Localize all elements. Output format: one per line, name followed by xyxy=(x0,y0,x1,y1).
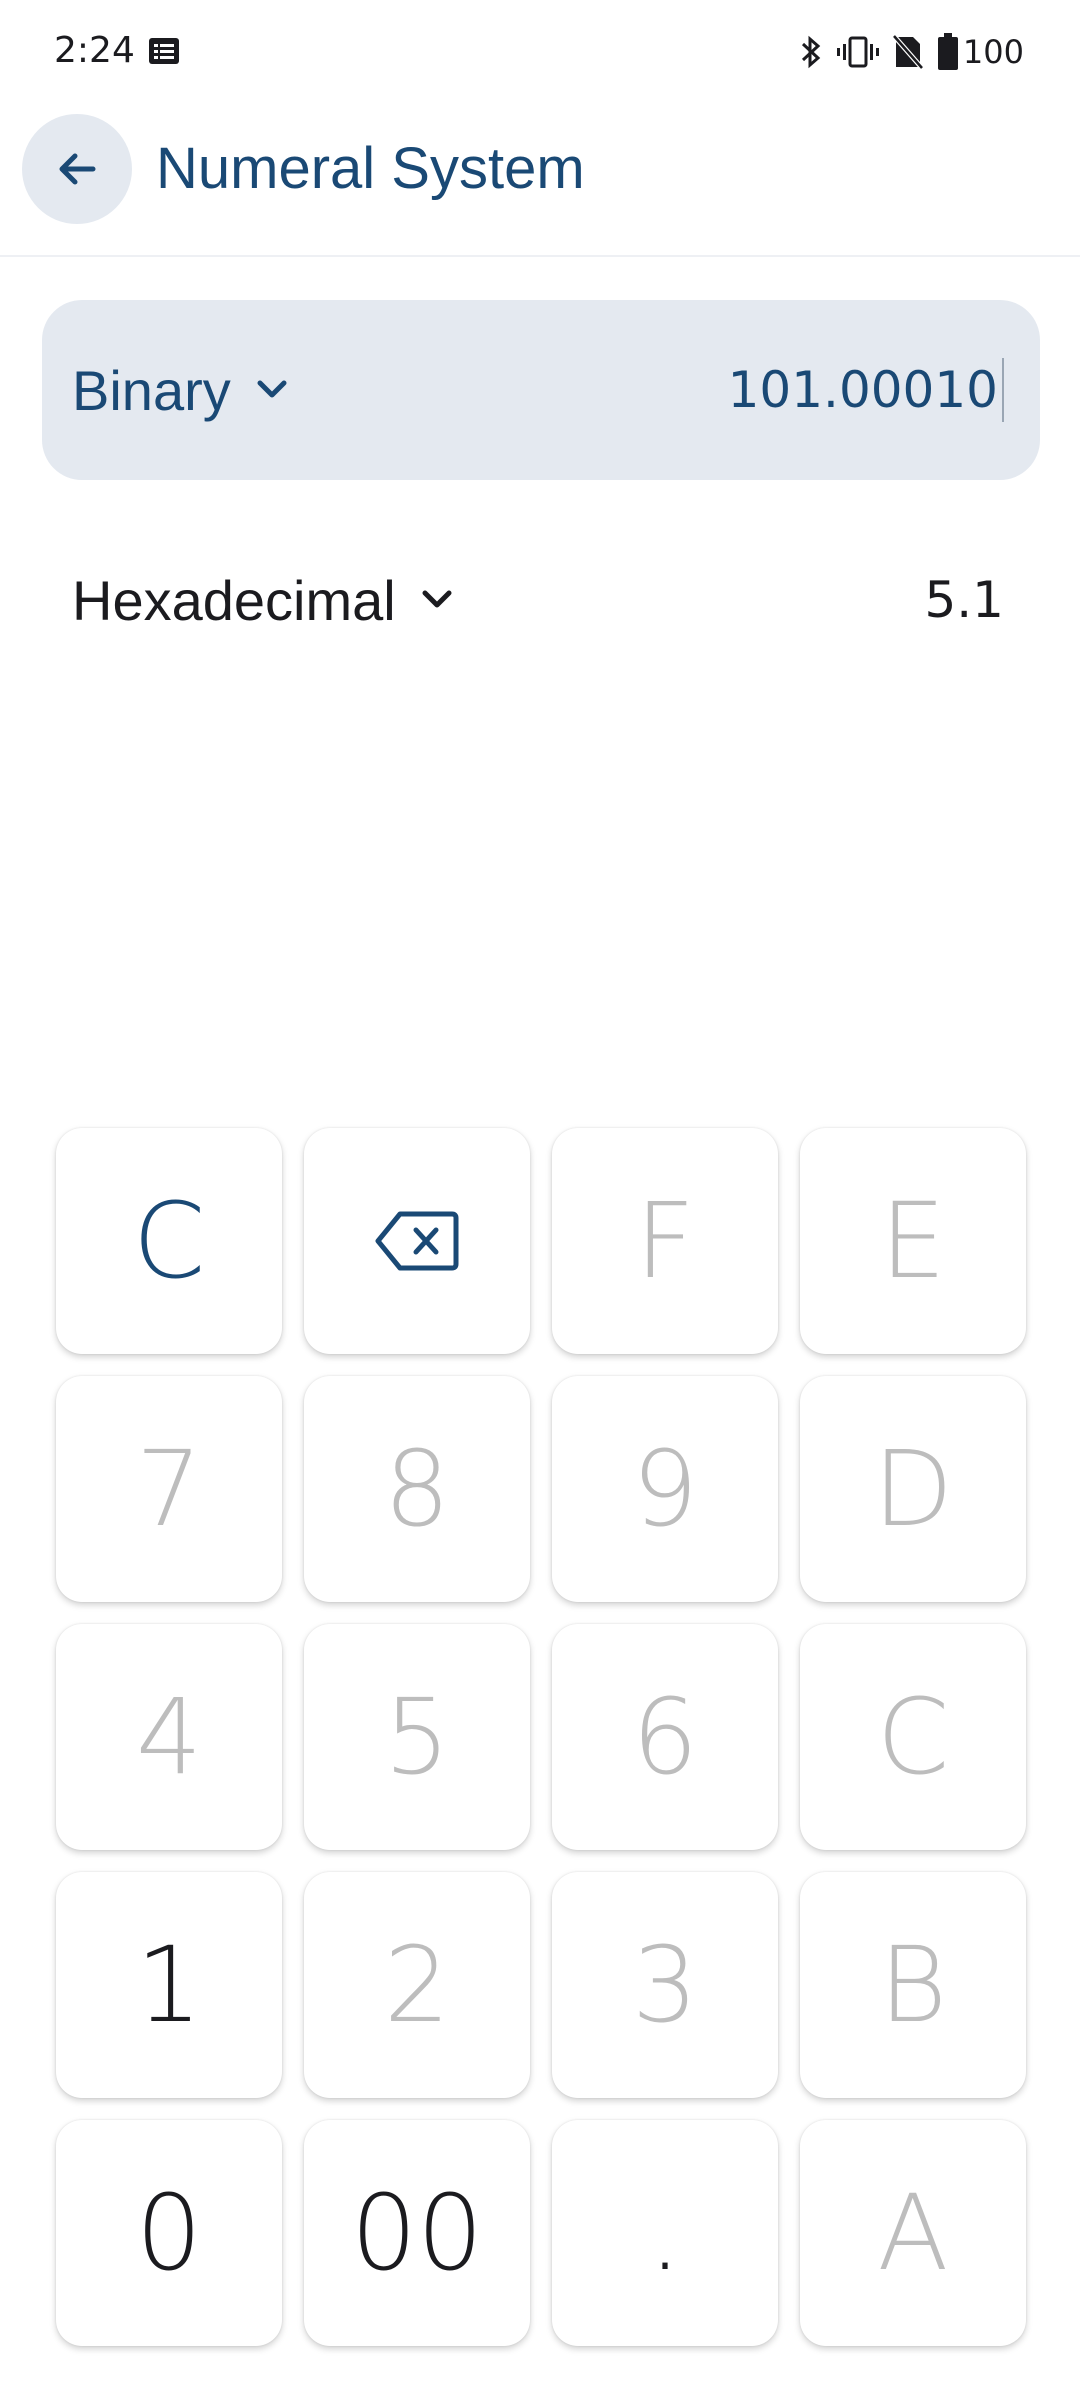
status-time: 2:24 xyxy=(54,30,135,71)
chevron-down-icon xyxy=(422,590,452,608)
key-c[interactable]: C xyxy=(800,1624,1026,1850)
key-7[interactable]: 7 xyxy=(56,1376,282,1602)
from-value-text: 101.00010 xyxy=(727,361,998,419)
key-1[interactable]: 1 xyxy=(56,1872,282,2098)
bluetooth-icon xyxy=(801,35,821,69)
notification-icon xyxy=(149,38,179,64)
arrow-back-icon xyxy=(59,153,96,185)
from-unit-selector[interactable]: Binary xyxy=(72,300,289,480)
to-unit-row[interactable]: Hexadecimal 5.1 xyxy=(42,520,1040,680)
to-unit-value: 5.1 xyxy=(924,571,1004,629)
text-cursor xyxy=(1002,358,1004,422)
backspace-icon xyxy=(375,1211,459,1271)
page-title: Numeral System xyxy=(156,136,585,201)
key-0[interactable]: 0 xyxy=(56,2120,282,2346)
chevron-down-icon xyxy=(257,380,287,398)
key-clear[interactable]: C xyxy=(56,1128,282,1354)
key-d[interactable]: D xyxy=(800,1376,1026,1602)
key-e[interactable]: E xyxy=(800,1128,1026,1354)
to-unit-name: Hexadecimal xyxy=(72,568,396,632)
from-unit-name: Binary xyxy=(72,358,231,422)
from-unit-value[interactable]: 101.00010 xyxy=(728,300,1004,480)
key-4[interactable]: 4 xyxy=(56,1624,282,1850)
back-button[interactable] xyxy=(22,114,132,224)
keypad: C F E 7 8 9 D 4 5 6 C 1 2 3 B 0 00 . A xyxy=(56,1128,1028,2346)
key-b[interactable]: B xyxy=(800,1872,1026,2098)
status-icons: 100 xyxy=(799,28,1024,76)
key-a[interactable]: A xyxy=(800,2120,1026,2346)
no-sim-icon xyxy=(892,34,923,70)
key-5[interactable]: 5 xyxy=(304,1624,530,1850)
key-f[interactable]: F xyxy=(552,1128,778,1354)
key-dot[interactable]: . xyxy=(552,2120,778,2346)
key-6[interactable]: 6 xyxy=(552,1624,778,1850)
key-00[interactable]: 00 xyxy=(304,2120,530,2346)
key-8[interactable]: 8 xyxy=(304,1376,530,1602)
battery-icon xyxy=(937,33,958,70)
key-3[interactable]: 3 xyxy=(552,1872,778,2098)
app-bar: Numeral System xyxy=(0,105,1080,257)
key-2[interactable]: 2 xyxy=(304,1872,530,2098)
from-unit-row[interactable]: Binary 101.00010 xyxy=(42,300,1040,480)
key-9[interactable]: 9 xyxy=(552,1376,778,1602)
status-bar: 2:24 100 xyxy=(0,0,1080,105)
to-unit-selector[interactable]: Hexadecimal xyxy=(72,520,454,680)
battery-level: 100 xyxy=(962,33,1024,71)
key-backspace[interactable] xyxy=(304,1128,530,1354)
vibrate-icon xyxy=(836,36,879,68)
